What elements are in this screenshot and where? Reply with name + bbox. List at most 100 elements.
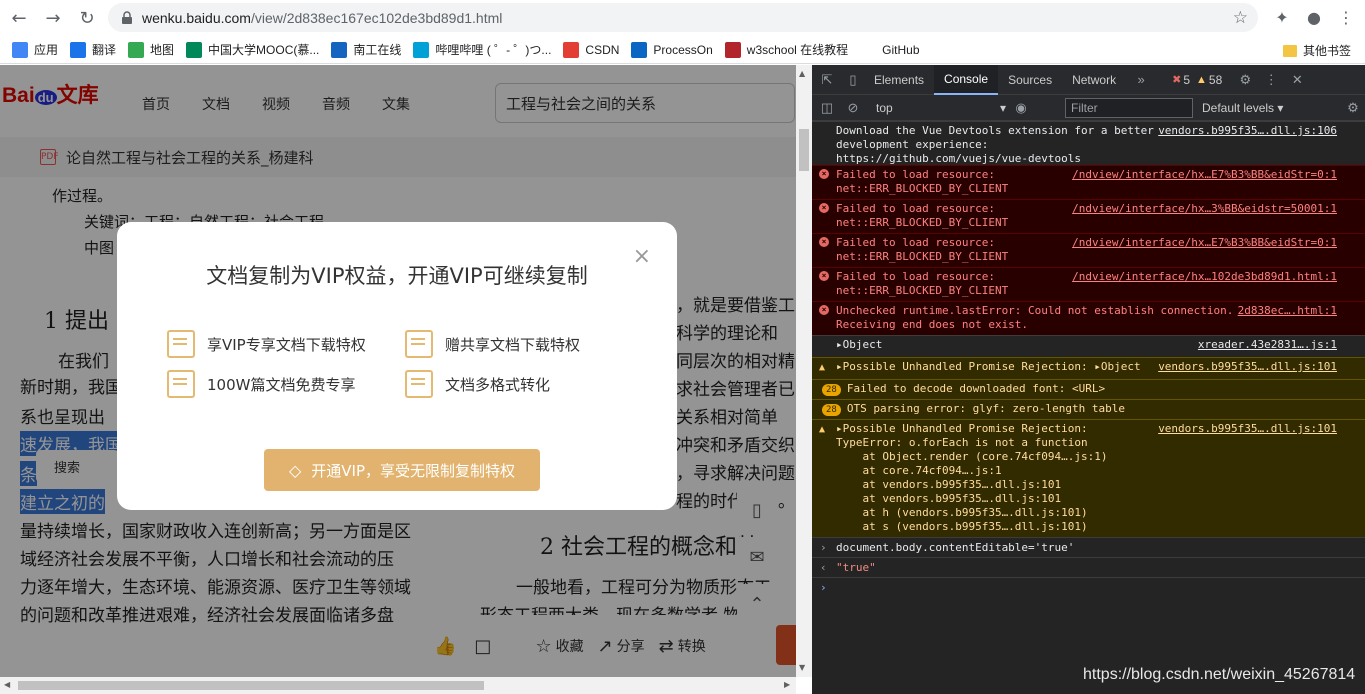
context-value: top (876, 100, 893, 115)
open-vip-button[interactable]: ◇ 开通VIP，享受无限制复制特权 (264, 449, 540, 491)
inspect-element-icon[interactable]: ⇱ (816, 69, 838, 91)
perk-label: 100W篇文档免费专享 (207, 375, 356, 394)
other-bookmarks-label: 其他书签 (1302, 44, 1351, 58)
console-source-link[interactable]: vendors.b995f35….dll.js:101 (1158, 360, 1337, 374)
console-message[interactable]: × Failed to load resource: net::ERR_BLOCK… (812, 199, 1365, 233)
page-vertical-scrollbar[interactable]: ▲ ▼ (796, 65, 812, 677)
extensions-puzzle-icon[interactable]: ✦ (1268, 3, 1296, 31)
console-message-text: Failed to load resource: net::ERR_BLOCKE… (836, 270, 1009, 297)
scroll-left-arrow-icon[interactable]: ◀ (4, 680, 10, 689)
vip-modal: × 文档复制为VIP权益，开通VIP可继续复制 享VIP专享文档下载特权 赠共享… (117, 222, 677, 510)
tab-network[interactable]: Network (1062, 65, 1126, 95)
bookmark-label: ProcessOn (653, 42, 713, 57)
modal-title: 文档复制为VIP权益，开通VIP可继续复制 (206, 264, 588, 288)
bookmark-item[interactable]: 中国大学MOOC(慕... (186, 41, 319, 58)
bookmark-item[interactable]: ProcessOn (631, 41, 713, 58)
console-source-link[interactable]: /ndview/interface/hx…E7%B3%BB&eidStr=0:1 (1072, 236, 1337, 250)
console-source-link[interactable]: vendors.b995f35….dll.js:106 (1158, 124, 1337, 138)
console-toolbar: ◫ ⊘ top ▾ ◉ Filter Default levels ▾ ⚙ (812, 95, 1365, 121)
profile-avatar-icon[interactable]: ● (1300, 3, 1328, 31)
console-input[interactable]: › (812, 577, 1365, 597)
sidebar-toggle-icon[interactable]: ◫ (816, 97, 838, 119)
console-message[interactable]: × Failed to load resource: net::ERR_BLOCK… (812, 233, 1365, 267)
perk-label: 享VIP专享文档下载特权 (207, 335, 366, 354)
bookmark-label: 翻译 (92, 43, 117, 57)
address-bar[interactable]: wenku.baidu.com/view/2d838ec167ec102de3b… (108, 3, 1258, 32)
page-horizontal-scrollbar[interactable]: ◀ ▶ (0, 677, 796, 694)
scrollbar-thumb[interactable] (799, 129, 809, 171)
bookmark-label: CSDN (585, 42, 620, 57)
watermark: https://blog.csdn.net/weixin_45267814 (1083, 666, 1356, 683)
bookmark-item[interactable]: 哔哩哔哩 ( ゜- ゜)つ... (413, 41, 551, 58)
console-source-link[interactable]: 2d838ec….html:1 (1238, 304, 1337, 318)
settings-gear-icon[interactable]: ⚙ (1234, 69, 1256, 91)
bookmark-item[interactable]: 应用 (12, 41, 58, 58)
bookmark-item[interactable]: 地图 (128, 41, 174, 58)
tab-sources[interactable]: Sources (998, 65, 1062, 95)
bookmark-item[interactable]: GitHub (860, 41, 920, 58)
console-source-link[interactable]: xreader.43e2831….js:1 (1198, 338, 1337, 352)
bookmark-label: 地图 (150, 43, 175, 57)
devtools-panel: ⇱ ▯ Elements Console Sources Network » ✖… (812, 64, 1365, 694)
console-message[interactable]: 28 OTS parsing error: glyf: zero-length t… (812, 399, 1365, 419)
reload-button[interactable]: ↻ (72, 3, 102, 33)
tab-console[interactable]: Console (934, 64, 999, 95)
console-message[interactable]: Download the Vue Devtools extension for … (812, 121, 1365, 165)
context-select[interactable]: top ▾ (876, 101, 1006, 115)
other-bookmarks[interactable]: 其他书签 (1282, 42, 1351, 59)
console-message[interactable]: ▸Object xreader.43e2831….js:1 (812, 335, 1365, 357)
scrollbar-thumb[interactable] (18, 681, 484, 690)
browser-toolbar: ← → ↻ wenku.baidu.com/view/2d838ec167ec1… (0, 0, 1365, 36)
scroll-right-arrow-icon[interactable]: ▶ (784, 680, 790, 689)
console-message[interactable]: ▲ ▸Possible Unhandled Promise Rejection: … (812, 357, 1365, 379)
perk-item: 文档多格式转化 (405, 370, 550, 398)
live-expression-eye-icon[interactable]: ◉ (1010, 97, 1032, 119)
console-message-text: ▸Object (836, 338, 883, 351)
console-filter-input[interactable]: Filter (1065, 98, 1193, 118)
bookmark-item[interactable]: 翻译 (70, 41, 116, 58)
bookmark-favicon-icon (70, 41, 87, 58)
bookmarks-bar: 应用 翻译 地图 中国大学MOOC(慕... 南工在线 哔哩哔哩 ( ゜- ゜)つ... C… (0, 36, 1365, 64)
console-settings-icon[interactable]: ⚙ (1342, 97, 1364, 119)
document-free-icon (167, 370, 195, 398)
diamond-icon: ◇ (288, 460, 302, 480)
warning-count: 58 (1208, 72, 1223, 87)
issue-counter[interactable]: ✖ 5 ▲ 58 (1172, 73, 1222, 87)
device-toolbar-icon[interactable]: ▯ (842, 69, 864, 91)
bookmark-item[interactable]: w3school 在线教程 (724, 41, 848, 58)
log-levels-select[interactable]: Default levels ▾ (1202, 101, 1283, 115)
error-icon: ✖ (1172, 74, 1182, 86)
warning-icon: ▲ (1196, 73, 1207, 86)
console-message-text: Unchecked runtime.lastError: Could not e… (836, 304, 1234, 331)
console-message[interactable]: × Failed to load resource: net::ERR_BLOCK… (812, 165, 1365, 199)
dropdown-arrow-icon: ▾ (999, 100, 1006, 115)
command-text: document.body.contentEditable='true' (836, 541, 1075, 554)
tab-elements[interactable]: Elements (864, 65, 934, 95)
repeat-count-badge: 28 (822, 384, 841, 396)
console-message[interactable]: ▲ ▸Possible Unhandled Promise Rejection: … (812, 419, 1365, 537)
bookmark-item[interactable]: 南工在线 (331, 41, 401, 58)
console-message[interactable]: × Failed to load resource: net::ERR_BLOCK… (812, 267, 1365, 301)
browser-menu-icon[interactable]: ⋮ (1332, 3, 1360, 31)
back-button[interactable]: ← (4, 3, 34, 33)
console-source-link[interactable]: vendors.b995f35….dll.js:101 (1158, 422, 1337, 436)
console-source-link[interactable]: /ndview/interface/hx…102de3bd89d1.html:1 (1072, 270, 1337, 284)
error-icon: × (819, 237, 829, 247)
scroll-down-arrow-icon[interactable]: ▼ (799, 663, 805, 672)
bookmark-star-icon[interactable]: ☆ (1233, 8, 1248, 28)
bookmark-item[interactable]: CSDN (563, 41, 620, 58)
bookmark-favicon-icon (724, 41, 741, 58)
console-log: Download the Vue Devtools extension for … (812, 121, 1365, 694)
more-tabs-icon[interactable]: » (1130, 69, 1152, 91)
console-message[interactable]: 28 Failed to decode downloaded font: <URL… (812, 379, 1365, 399)
scroll-up-arrow-icon[interactable]: ▲ (799, 69, 805, 78)
close-devtools-icon[interactable]: ✕ (1286, 69, 1308, 91)
console-message[interactable]: × Unchecked runtime.lastError: Could not … (812, 301, 1365, 335)
console-source-link[interactable]: /ndview/interface/hx…3%BB&eidstr=50001:1 (1072, 202, 1337, 216)
devtools-menu-icon[interactable]: ⋮ (1260, 69, 1282, 91)
clear-console-icon[interactable]: ⊘ (842, 97, 864, 119)
url-path: /view/2d838ec167ec102de3bd89d1.html (250, 9, 503, 26)
dropdown-arrow-icon: ▾ (1277, 101, 1284, 115)
forward-button[interactable]: → (38, 3, 68, 33)
console-source-link[interactable]: /ndview/interface/hx…E7%B3%BB&eidStr=0:1 (1072, 168, 1337, 182)
